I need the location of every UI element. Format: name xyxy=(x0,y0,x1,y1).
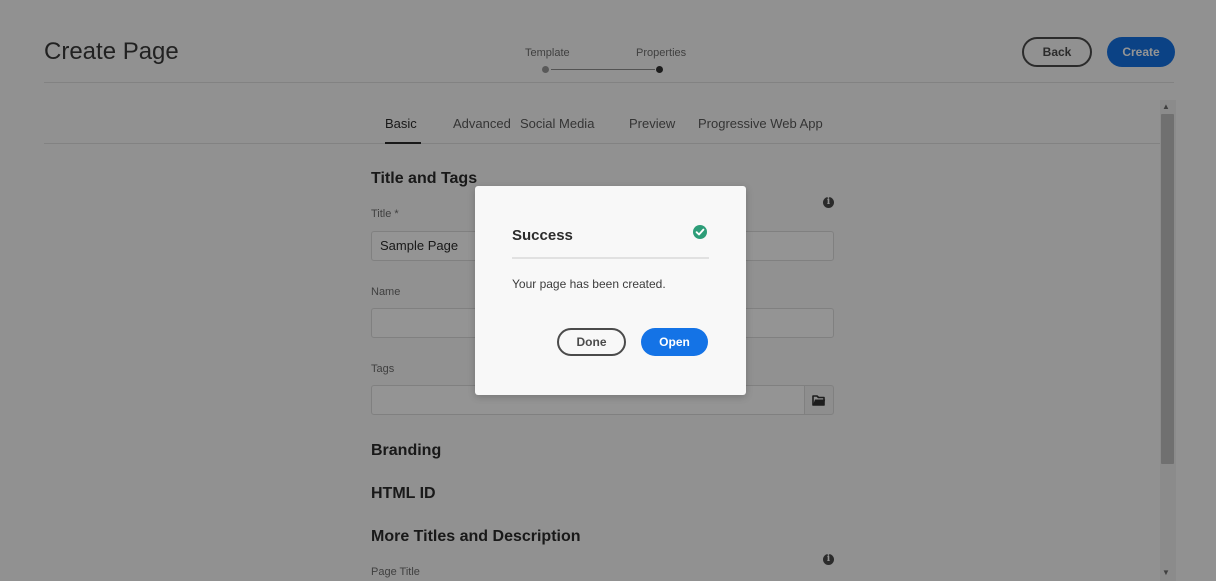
dialog-title: Success xyxy=(512,227,573,244)
checkmark-circle-icon xyxy=(693,225,707,239)
dialog-divider xyxy=(512,257,709,259)
done-button[interactable]: Done xyxy=(557,328,626,356)
success-dialog: Success Your page has been created. Done… xyxy=(475,186,746,395)
open-button[interactable]: Open xyxy=(641,328,708,356)
dialog-message: Your page has been created. xyxy=(512,277,666,291)
